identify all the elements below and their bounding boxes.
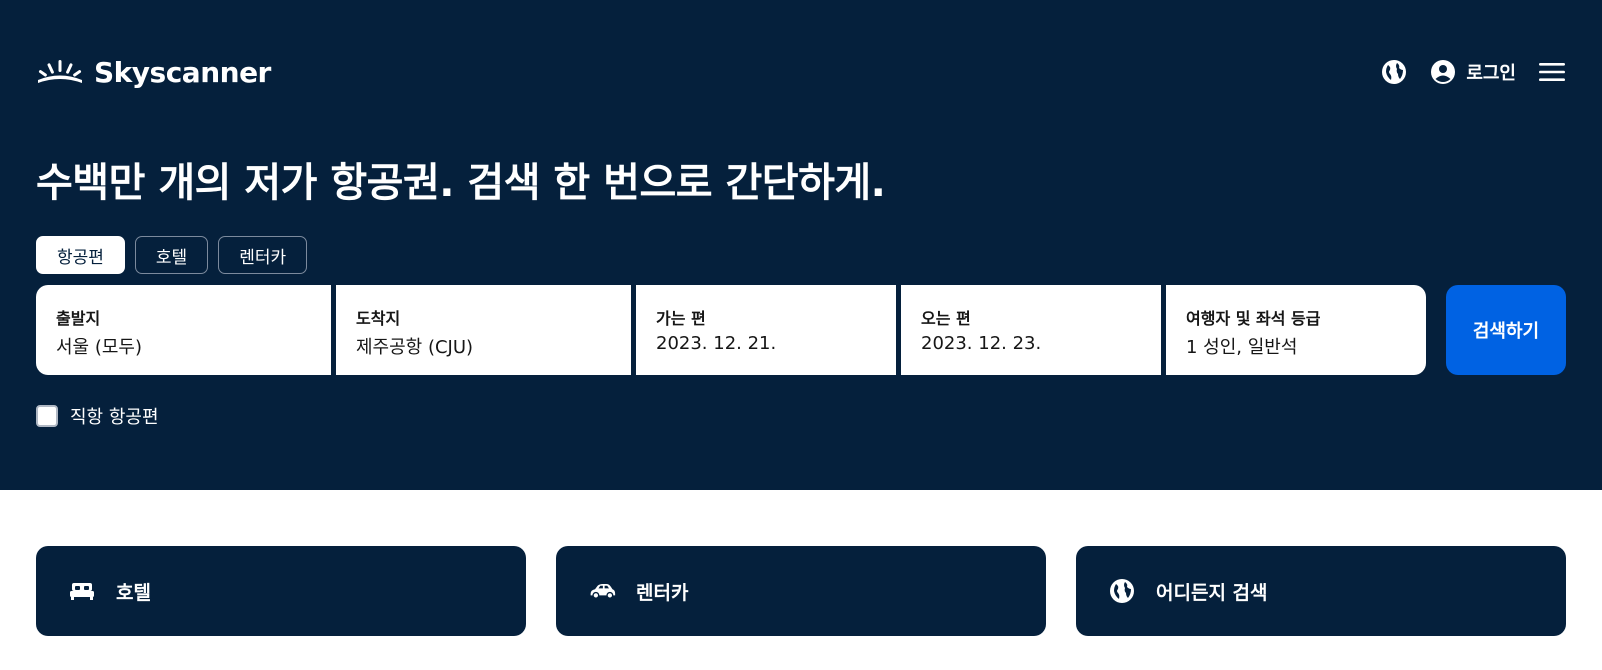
- car-rental-card-label: 렌터카: [636, 581, 689, 604]
- destination-value: 제주공항 (CJU): [356, 337, 474, 358]
- page-headline: 수백만 개의 저가 항공권. 검색 한 번으로 간단하게.: [36, 160, 886, 206]
- product-tabs: 항공편 호텔 렌터카: [36, 236, 308, 274]
- login-label: 로그인: [1466, 63, 1516, 84]
- direct-flights-option[interactable]: 직항 항공편: [36, 403, 159, 429]
- explore-everywhere-card-label: 어디든지 검색: [1156, 581, 1268, 604]
- depart-label: 가는 편: [656, 309, 706, 328]
- account-icon: [1431, 60, 1456, 84]
- depart-date-field[interactable]: 가는 편 2023. 12. 21.: [636, 285, 896, 375]
- quick-links: 호텔 렌터카 어디든지 검색: [36, 546, 1566, 636]
- return-date-field[interactable]: 오는 편 2023. 12. 23.: [901, 285, 1161, 375]
- travellers-field[interactable]: 여행자 및 좌석 등급 1 성인, 일반석: [1166, 285, 1426, 375]
- skyscanner-logo[interactable]: Skyscanner: [36, 56, 271, 89]
- origin-value: 서울 (모두): [56, 337, 143, 358]
- origin-label: 출발지: [56, 309, 101, 328]
- direct-flights-label: 직항 항공편: [70, 407, 159, 428]
- tab-hotels[interactable]: 호텔: [134, 236, 209, 274]
- globe-icon[interactable]: [1380, 58, 1408, 86]
- brand-name: Skyscanner: [94, 56, 271, 89]
- login-button[interactable]: 로그인: [1430, 59, 1516, 85]
- destination-field[interactable]: 도착지 제주공항 (CJU): [336, 285, 631, 375]
- direct-flights-checkbox[interactable]: [36, 405, 58, 427]
- destination-label: 도착지: [356, 309, 401, 328]
- sunrise-logo-icon: [38, 59, 82, 83]
- return-value: 2023. 12. 23.: [921, 333, 1042, 354]
- explore-everywhere-card[interactable]: 어디든지 검색: [1076, 546, 1566, 636]
- search-button[interactable]: 검색하기: [1446, 285, 1566, 375]
- car-icon: [588, 577, 616, 605]
- travellers-value: 1 성인, 일반석: [1186, 337, 1298, 358]
- hotels-card-label: 호텔: [116, 581, 151, 604]
- bed-icon: [68, 577, 96, 605]
- origin-field[interactable]: 출발지 서울 (모두): [36, 285, 331, 375]
- car-rental-card[interactable]: 렌터카: [556, 546, 1046, 636]
- tab-flights[interactable]: 항공편: [36, 236, 125, 274]
- hero-section: Skyscanner 로그인 수백만 개의 저가 항공권. 검색 한 번으로 간…: [0, 0, 1602, 490]
- travellers-label: 여행자 및 좌석 등급: [1186, 309, 1321, 328]
- flight-search-form: 출발지 서울 (모두) 도착지 제주공항 (CJU) 가는 편 2023. 12…: [36, 285, 1566, 375]
- globe-icon: [1108, 577, 1136, 605]
- return-label: 오는 편: [921, 309, 971, 328]
- depart-value: 2023. 12. 21.: [656, 333, 777, 354]
- header-actions: 로그인: [1380, 58, 1566, 86]
- tab-car-rental[interactable]: 렌터카: [218, 236, 308, 274]
- hotels-card[interactable]: 호텔: [36, 546, 526, 636]
- menu-icon[interactable]: [1538, 58, 1566, 86]
